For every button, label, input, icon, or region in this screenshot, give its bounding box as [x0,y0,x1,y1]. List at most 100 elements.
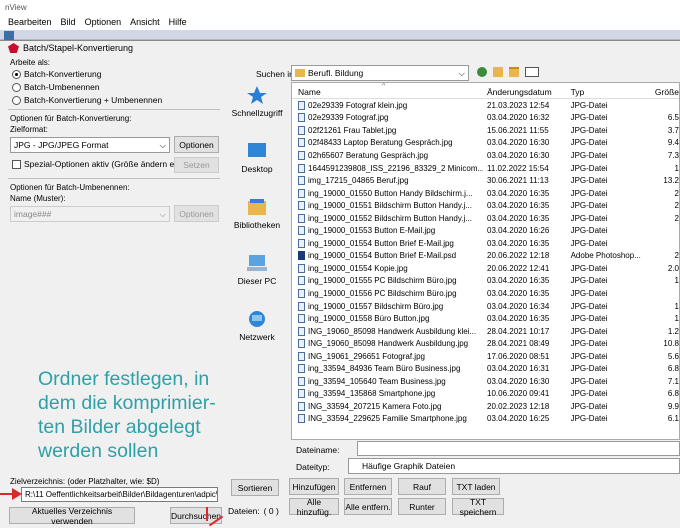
file-row[interactable]: ING_19060_85098 Handwerk Ausbildung.jpg 2… [292,337,679,350]
file-name-cell: ING_33594_207215 Kamera Foto.jpg [292,401,483,411]
column-size[interactable]: Größe [652,87,679,97]
file-row[interactable]: 02f48433 Laptop Beratung Gespräch.jpg 03.… [292,137,679,150]
radio-dot-icon [12,95,21,105]
menu-item-hilfe[interactable]: Hilfe [169,15,187,29]
file-row[interactable]: ing_19000_01558 Büro Button.jpg 03.04.202… [292,312,679,325]
computer-icon [247,255,267,271]
filetype-select[interactable]: Häufige Graphik Dateien [348,458,680,474]
image-file-icon [298,339,305,349]
file-row[interactable]: ing_19000_01554 Button Brief E-Mail.psd 2… [292,250,679,263]
new-folder-icon[interactable] [509,67,519,77]
image-file-icon [298,125,305,135]
menu-item-bild[interactable]: Bild [61,15,76,29]
checkbox-box-icon [12,159,21,169]
file-size: 6.1 [667,414,679,424]
back-icon[interactable] [477,67,487,77]
format-options-button[interactable]: Optionen [174,136,219,153]
radio-batch-convert[interactable]: Batch-Konvertierung [12,69,102,79]
file-size: 10.8 [663,339,679,349]
add-all-button[interactable]: Alle hinzufüg. [289,497,339,517]
down-button[interactable]: Runter [398,498,446,515]
place-this-pc[interactable]: Dieser PC [231,253,283,309]
file-row[interactable]: ING_33594_229625 Familie Smartphone.jpg 0… [292,413,679,426]
file-row[interactable]: ing_19000_01556 PC Bildschirm Büro.jpg 03… [292,287,679,300]
toolbar-image-icon[interactable] [4,31,14,40]
file-size: 9.4 [667,138,679,148]
file-row[interactable]: 02e29339 Fotograf klein.jpg 21.03.2023 12… [292,99,679,112]
use-current-dir-button[interactable]: Aktuelles Verzeichnis verwenden [9,506,135,526]
view-menu-icon[interactable] [525,67,539,77]
txt-save-button[interactable]: TXT speichern [452,497,504,517]
file-row[interactable]: 02h65607 Beratung Gespräch.jpg 03.04.2020… [292,149,679,162]
file-row[interactable]: ing_19000_01551 Bildschirm Button Handy.… [292,199,679,212]
radio-dot-icon [12,82,21,92]
add-button[interactable]: Hinzufügen [289,478,339,495]
file-row[interactable]: 02f21261 Frau Tablet.jpg 15.06.2021 11:55… [292,124,679,137]
file-row[interactable]: ing_19000_01555 PC Bildschirm Büro.jpg 03… [292,275,679,288]
name-pattern-select[interactable]: image### ⌵ [10,206,170,222]
convert-options-label: Optionen für Batch-Konvertierung: [10,114,132,123]
file-name-cell: ING_19061_296651 Fotograf.jpg [292,351,483,361]
file-row[interactable]: ing_33594_84936 Team Büro Business.jpg 03… [292,362,679,375]
file-row[interactable]: ing_19000_01550 Button Handy Bildschirm.… [292,187,679,200]
file-row[interactable]: ING_19061_296651 Fotograf.jpg 17.06.2020 … [292,350,679,363]
remove-button[interactable]: Entfernen [344,478,392,495]
file-name-cell: 02f21261 Frau Tablet.jpg [292,125,483,135]
sort-button[interactable]: Sortieren [231,479,279,496]
file-row[interactable]: ing_33594_135868 Smartphone.jpg 10.06.202… [292,388,679,401]
place-desktop[interactable]: Desktop [231,141,283,197]
file-date: 03.04.2020 16:26 [487,226,550,236]
file-date: 03.04.2020 16:32 [487,113,550,123]
radio-batch-convert-rename[interactable]: Batch-Konvertierung + Umbenennen [12,95,162,105]
file-row[interactable]: ing_19000_01553 Button E-Mail.jpg 03.04.2… [292,224,679,237]
image-file-icon [298,201,305,211]
set-button[interactable]: Setzen [174,157,219,173]
menu-item-ansicht[interactable]: Ansicht [130,15,160,29]
column-type[interactable]: Typ [565,87,653,97]
file-name-cell: ing_19000_01552 Bildschirm Button Handy.… [292,213,483,223]
target-dir-input[interactable]: R:\11 Oeffentlichkeitsarbeit\Bilder\Bild… [21,487,218,502]
special-options-checkbox[interactable]: Spezial-Optionen aktiv (Größe ändern etc… [12,159,186,169]
up-button[interactable]: Rauf [398,478,446,495]
file-row[interactable]: ing_19000_01554 Button Brief E-Mail.jpg 0… [292,237,679,250]
file-row[interactable]: ing_19000_01557 Bildschirm Büro.jpg 03.04… [292,300,679,313]
image-file-icon [298,401,305,411]
folder-select-value-wrap: Berufl. Bildung [295,68,363,78]
format-select[interactable]: JPG - JPG/JPEG Format ⌵ [10,137,170,153]
file-row[interactable]: 1644591239808_ISS_22196_83329_2 Minicom.… [292,162,679,175]
file-row[interactable]: img_17215_04865 Beruf.jpg 30.06.2021 11:1… [292,174,679,187]
file-row[interactable]: ING_19060_85098 Handwerk Ausbildung klei… [292,325,679,338]
sort-asc-icon: ^ [382,83,386,90]
txt-load-button[interactable]: TXT laden [452,478,500,495]
file-type: JPG-Datei [570,288,608,298]
place-label: Netzwerk [239,332,275,342]
file-row[interactable]: 02e29339 Fotograf.jpg 03.04.2020 16:32 JPG… [292,112,679,125]
file-row[interactable]: ing_19000_01554 Kopie.jpg 20.06.2022 12:4… [292,262,679,275]
place-quick-access[interactable]: Schnellzugriff [231,85,283,141]
column-date[interactable]: Änderungsdatum [483,87,565,97]
place-libraries[interactable]: Bibliotheken [231,197,283,253]
file-row[interactable]: ING_33594_207215 Kamera Foto.jpg 20.02.20… [292,400,679,413]
menu-item-optionen[interactable]: Optionen [85,15,122,29]
file-list[interactable]: Name Änderungsdatum Typ Größe ^ 02e29339… [291,82,680,440]
rename-options-button[interactable]: Optionen [174,205,219,222]
filename-input[interactable] [357,441,680,456]
file-name: ing_19000_01556 PC Bildschirm Büro.jpg [308,288,457,298]
file-row[interactable]: ing_19000_01552 Bildschirm Button Handy.… [292,212,679,225]
image-file-icon [298,100,305,110]
files-count-value: ( 0 ) [263,506,279,516]
place-network[interactable]: Netzwerk [231,309,283,365]
file-size: 6.8 [667,389,679,399]
menu-item-bearbeiten[interactable]: Bearbeiten [8,15,52,29]
image-file-icon [298,276,305,286]
radio-batch-rename[interactable]: Batch-Umbenennen [12,82,100,92]
image-file-icon [298,351,305,361]
file-type: JPG-Datei [570,314,608,324]
column-name[interactable]: Name [292,87,483,97]
file-row[interactable]: ing_33594_105640 Team Business.jpg 03.04.… [292,375,679,388]
folder-select[interactable]: Berufl. Bildung ⌵ [291,65,469,81]
remove-all-button[interactable]: Alle entfern. [344,498,392,515]
filetype-value: Häufige Graphik Dateien [362,461,456,471]
folder-select-value: Berufl. Bildung [308,68,364,78]
up-folder-icon[interactable] [493,67,503,77]
